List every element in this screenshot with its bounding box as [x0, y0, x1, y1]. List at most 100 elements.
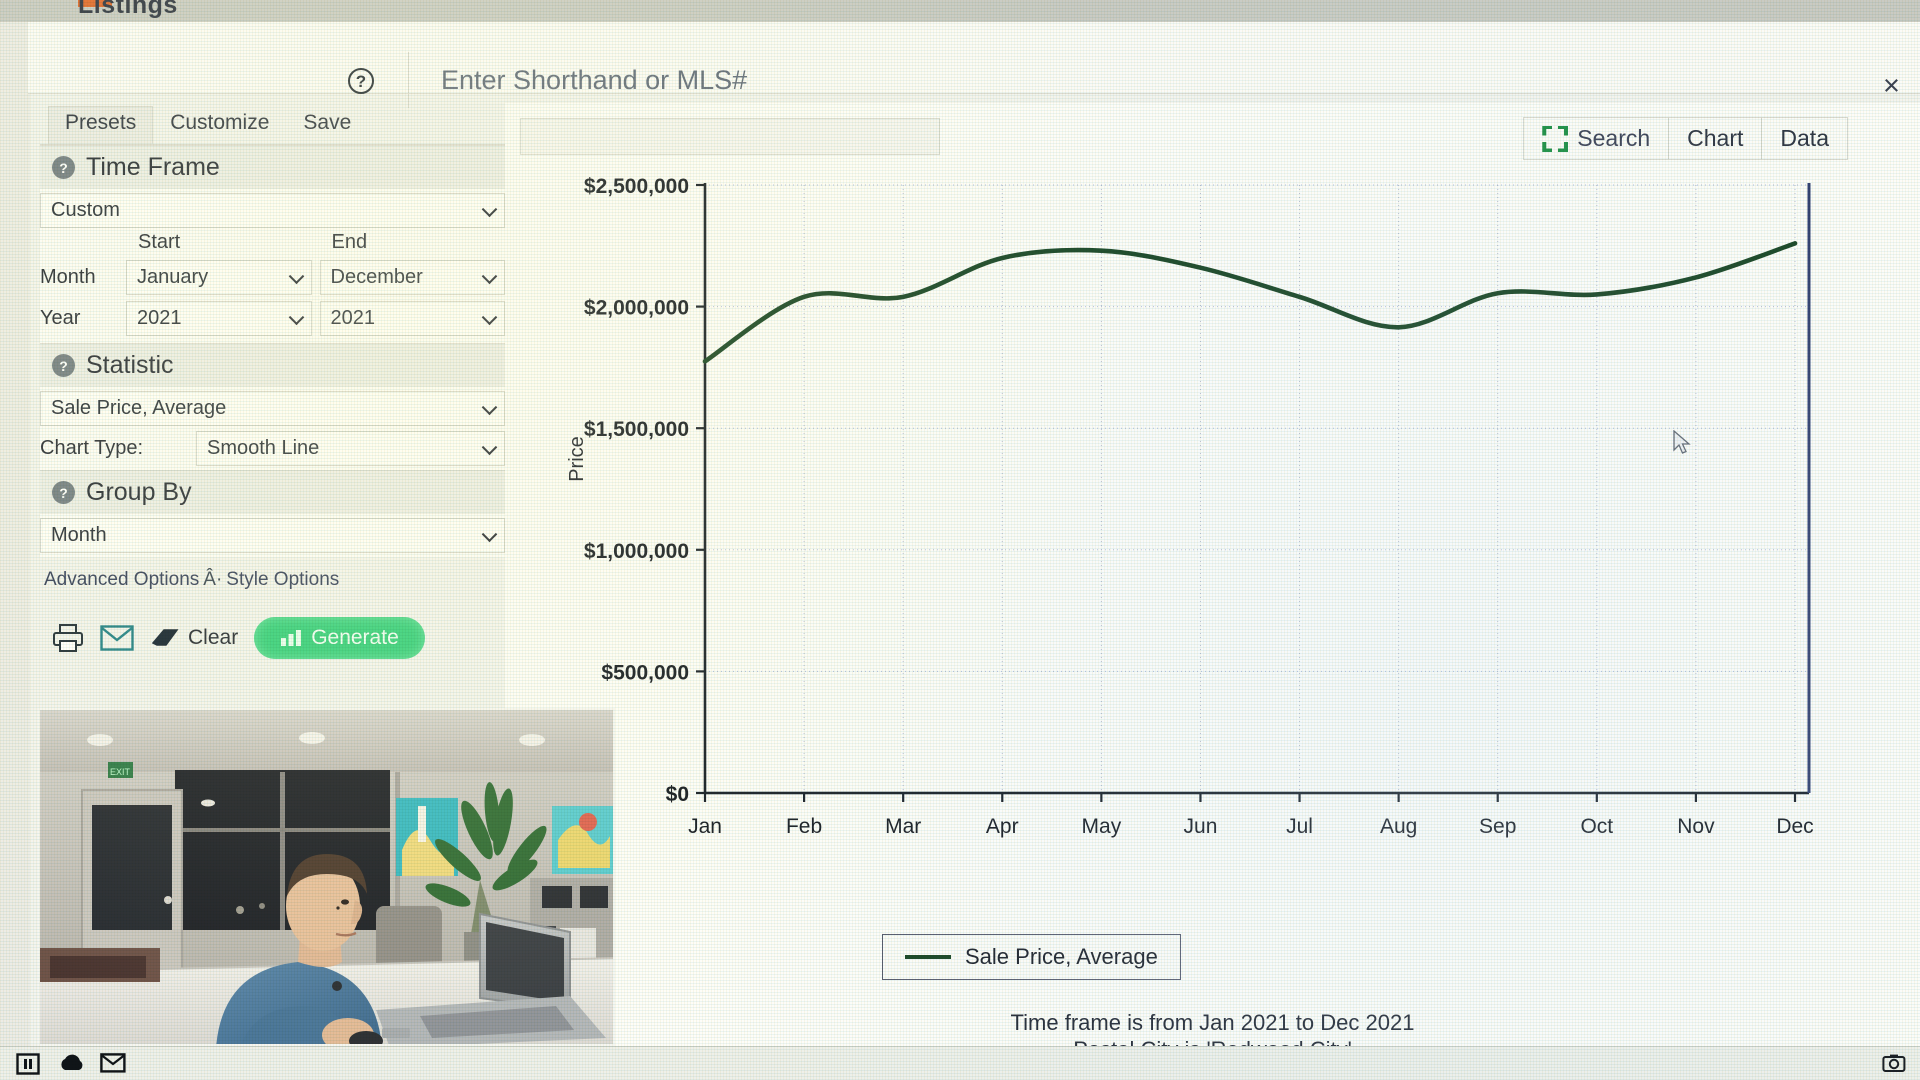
- statistic-fields: Sale Price, Average Chart Type: Smooth L…: [40, 387, 505, 470]
- generate-button[interactable]: Generate: [254, 617, 425, 659]
- tab-data[interactable]: Data: [1761, 117, 1848, 160]
- chevron-down-icon: [481, 268, 498, 284]
- chart-type-row: Chart Type: Smooth Line: [40, 431, 505, 466]
- footnote-timeframe: Time frame is from Jan 2021 to Dec 2021: [1010, 1010, 1415, 1035]
- chart-view-tabs: Search Chart Data: [1523, 117, 1848, 160]
- statistic-select[interactable]: Sale Price, Average: [40, 391, 505, 426]
- y-axis-tick-label: $2,500,000: [584, 175, 689, 198]
- chevron-down-icon: [288, 309, 304, 325]
- chart-title-field[interactable]: [520, 118, 940, 155]
- tab-save[interactable]: Save: [286, 106, 368, 144]
- end-year-select[interactable]: 2021: [319, 301, 505, 336]
- background-page-edge: [0, 0, 30, 1080]
- group-by-select[interactable]: Month: [40, 518, 505, 553]
- section-header-group-by: ? Group By: [40, 470, 505, 514]
- section-title-statistic: Statistic: [86, 351, 174, 379]
- chart-bars-icon: [281, 630, 302, 646]
- printer-icon[interactable]: [52, 623, 84, 653]
- timeframe-year-row: Year 2021 2021: [40, 298, 505, 339]
- row-label-year: Year: [40, 307, 81, 329]
- question-circle-icon[interactable]: ?: [348, 68, 374, 94]
- x-axis-tick-label: Mar: [885, 815, 921, 838]
- taskbar-right: [1882, 1053, 1906, 1075]
- envelope-icon[interactable]: [100, 625, 134, 651]
- start-month-select[interactable]: January: [126, 260, 312, 295]
- x-axis-tick-label: Aug: [1380, 815, 1417, 838]
- start-month-value: January: [137, 266, 209, 288]
- chart-type-label: Chart Type:: [40, 437, 144, 459]
- chevron-down-icon: [481, 309, 498, 325]
- x-axis-tick-label: Jun: [1184, 815, 1218, 838]
- chevron-down-icon: [481, 201, 498, 217]
- y-axis-tick-label: $1,500,000: [584, 418, 689, 441]
- chevron-down-icon: [481, 526, 498, 542]
- x-axis-tick-label: Jul: [1286, 815, 1313, 838]
- x-axis-tick-label: May: [1082, 815, 1122, 838]
- col-header-start: Start: [138, 231, 181, 253]
- timeframe-preset-select[interactable]: Custom: [40, 193, 505, 228]
- tab-chart[interactable]: Chart: [1668, 117, 1763, 160]
- section-title-group-by: Group By: [86, 478, 192, 506]
- mouse-cursor-icon: [1673, 429, 1693, 456]
- tab-search-label: Search: [1577, 125, 1651, 151]
- legend-line-swatch: [905, 955, 951, 959]
- timeframe-month-row: Month January December: [40, 257, 505, 298]
- x-axis-tick-label: Oct: [1580, 815, 1613, 838]
- plot-area: $0 $500,000 $1,000,000 $1,500,000 $2,000,000…: [505, 163, 1920, 953]
- chart-type-value: Smooth Line: [207, 437, 320, 459]
- clear-label: Clear: [188, 626, 239, 649]
- chart-pane: Search Chart Data $0 $500,000 $1,000,000 $1…: [505, 103, 1920, 1053]
- options-links: Advanced Options Â· Style Options: [40, 557, 505, 595]
- window-title: Listings: [78, 0, 178, 19]
- series-line-sale-price-average: [702, 241, 1798, 364]
- generate-label: Generate: [311, 626, 399, 649]
- x-axis-tick-label: Apr: [986, 815, 1019, 838]
- style-options-link[interactable]: Style Options: [226, 569, 339, 590]
- chart-type-select[interactable]: Smooth Line: [196, 431, 505, 466]
- end-month-select[interactable]: December: [319, 260, 505, 295]
- timeframe-preset-value: Custom: [51, 199, 120, 221]
- row-label-month: Month: [40, 266, 96, 288]
- chevron-down-icon: [288, 268, 304, 284]
- camera-icon[interactable]: [1882, 1053, 1906, 1075]
- x-axis-tick-label: Feb: [786, 815, 822, 838]
- y-axis-tick-label: $1,000,000: [584, 540, 689, 563]
- cloud-icon[interactable]: [58, 1053, 83, 1075]
- mls-search-bar: ? × ●: [28, 22, 1920, 108]
- col-header-end: End: [331, 231, 368, 253]
- advanced-options-link[interactable]: Advanced Options: [44, 569, 199, 590]
- tab-search[interactable]: Search: [1523, 117, 1670, 160]
- tab-presets[interactable]: Presets: [48, 106, 154, 144]
- tab-data-label: Data: [1780, 125, 1829, 151]
- statistic-value: Sale Price, Average: [51, 397, 227, 419]
- timeframe-column-headers: Start End: [40, 228, 505, 257]
- eraser-icon: [151, 629, 179, 646]
- close-icon[interactable]: ×: [1883, 72, 1900, 101]
- y-axis-title: Price: [566, 436, 588, 482]
- envelope-icon[interactable]: [100, 1052, 126, 1075]
- x-axis-tick-label: Dec: [1776, 815, 1813, 838]
- x-axis-tick-label: Nov: [1677, 815, 1715, 838]
- report-control-panel: Presets Customize Save ? Time Frame Cust…: [40, 103, 505, 669]
- x-axis-tick-label: Jan: [688, 815, 722, 838]
- webcam-overlay: EXIT: [38, 708, 615, 1046]
- end-year-value: 2021: [330, 307, 376, 329]
- group-by-fields: Month: [40, 514, 505, 557]
- start-year-select[interactable]: 2021: [126, 301, 312, 336]
- section-header-time-frame: ? Time Frame: [40, 145, 505, 189]
- tab-chart-label: Chart: [1687, 125, 1744, 151]
- panel-tabs: Presets Customize Save: [40, 103, 505, 145]
- help-icon-statistic[interactable]: ?: [52, 354, 75, 377]
- clear-button[interactable]: Clear: [150, 625, 238, 651]
- start-year-value: 2021: [137, 307, 182, 329]
- legend-label: Sale Price, Average: [965, 944, 1158, 969]
- help-icon-group-by[interactable]: ?: [52, 481, 75, 504]
- search-input[interactable]: [408, 52, 1890, 108]
- panel-actions: Clear Generate: [40, 595, 505, 669]
- tab-customize[interactable]: Customize: [153, 106, 286, 144]
- help-icon-time-frame[interactable]: ?: [52, 156, 75, 179]
- pause-icon[interactable]: [16, 1052, 40, 1075]
- price-line-chart: $0 $500,000 $1,000,000 $1,500,000 $2,000,000…: [566, 175, 1814, 838]
- time-frame-fields: Custom Start End Month January December: [40, 189, 505, 343]
- y-axis-tick-label: $0: [666, 783, 689, 806]
